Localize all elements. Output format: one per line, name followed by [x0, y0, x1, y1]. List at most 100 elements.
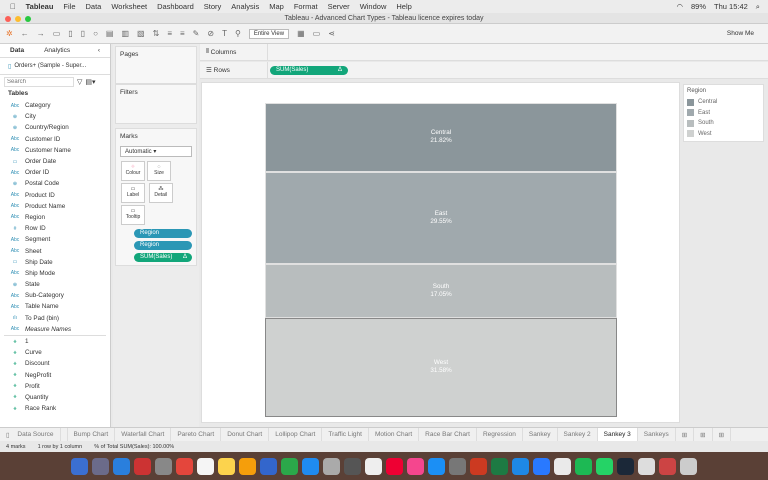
field-item[interactable]: Abc Order ID: [0, 167, 110, 178]
field-item[interactable]: ⊕ State: [0, 279, 110, 290]
sheet-tab[interactable]: Traffic Light: [322, 428, 369, 441]
datasource-item[interactable]: ▯ Orders+ (Sample - Super...: [0, 58, 110, 74]
tooltip-button[interactable]: ▭ Tooltip: [121, 205, 145, 225]
detail-button[interactable]: ⁂ Detail: [148, 183, 173, 203]
menu-data[interactable]: Data: [86, 2, 102, 11]
sheet-tab[interactable]: Sankey 3: [597, 428, 638, 441]
columns-shelf[interactable]: ⦀ Columns: [200, 44, 768, 61]
dock-app-icon[interactable]: [533, 457, 550, 475]
sheet-tab[interactable]: Sankey: [523, 428, 558, 441]
dock-app-icon[interactable]: [155, 457, 172, 475]
dock-app-icon[interactable]: [428, 457, 445, 475]
dock-app-icon[interactable]: [92, 457, 109, 475]
dock-app-icon[interactable]: [470, 457, 487, 475]
back-icon[interactable]: ←: [21, 29, 29, 38]
menu-file[interactable]: File: [63, 2, 75, 11]
dock-app-icon[interactable]: [491, 457, 508, 475]
sheet-tab[interactable]: Sankey 2: [558, 428, 598, 441]
menu-server[interactable]: Server: [328, 2, 350, 11]
dock-app-icon[interactable]: [71, 457, 88, 475]
menu-story[interactable]: Story: [204, 2, 222, 11]
sheet-tab[interactable]: Bump Chart: [68, 428, 116, 441]
menu-dashboard[interactable]: Dashboard: [157, 2, 194, 11]
menu-map[interactable]: Map: [269, 2, 284, 11]
spotlight-icon[interactable]: ⌕: [756, 2, 760, 12]
bar-segment-east[interactable]: East 29.55%: [265, 171, 617, 265]
sheet-tab[interactable]: Race Bar Chart: [419, 428, 477, 441]
rows-pill-sales[interactable]: SUM(Sales) Δ: [270, 65, 348, 75]
new-dashboard-tab-icon[interactable]: ⊞: [694, 428, 713, 441]
field-item[interactable]: ⊕ City: [0, 111, 110, 122]
sheet-tab[interactable]: Lollipop Chart: [269, 428, 323, 441]
dock-app-icon[interactable]: [197, 457, 214, 475]
mark-type-select[interactable]: Automatic ▾: [120, 146, 192, 157]
marks-pill-label-region[interactable]: Region: [134, 241, 192, 250]
menu-app[interactable]: Tableau: [26, 2, 54, 11]
dock-app-icon[interactable]: [575, 457, 592, 475]
marks-pill-label-sales[interactable]: SUM(Sales) Δ: [134, 253, 192, 262]
dock-app-icon[interactable]: [218, 457, 235, 475]
field-item[interactable]: # Row ID: [0, 223, 110, 234]
menu-worksheet[interactable]: Worksheet: [111, 2, 147, 11]
new-story-tab-icon[interactable]: ⊞: [713, 428, 732, 441]
field-item[interactable]: Abc Sheet: [0, 245, 110, 256]
dock-app-icon[interactable]: [638, 457, 655, 475]
new-worksheet-icon[interactable]: ▤: [106, 29, 114, 38]
refresh-icon[interactable]: ○: [93, 29, 98, 38]
pause-icon[interactable]: ▯: [81, 29, 85, 38]
save-icon[interactable]: ▭: [53, 29, 61, 38]
fit-select[interactable]: Entire View: [248, 28, 290, 39]
field-item[interactable]: ⧺ Race Rank: [0, 403, 110, 414]
field-item[interactable]: Abc Product ID: [0, 190, 110, 201]
view-options-icon[interactable]: ▤▾: [85, 78, 95, 86]
size-button[interactable]: ◌ Size: [147, 161, 171, 181]
dock-app-icon[interactable]: [302, 457, 319, 475]
dock-app-icon[interactable]: [323, 457, 340, 475]
colour-button[interactable]: ⁘ Colour: [121, 161, 145, 181]
sheet-tab[interactable]: Waterfall Chart: [115, 428, 172, 441]
field-item[interactable]: ⧺ 1: [0, 336, 110, 347]
field-item[interactable]: ⧺ Curve: [0, 347, 110, 358]
cards-icon[interactable]: ▦: [297, 29, 305, 38]
filters-card[interactable]: Filters: [115, 84, 197, 124]
share-icon[interactable]: ⋖: [328, 29, 335, 38]
field-item[interactable]: ⧺ Quantity: [0, 392, 110, 403]
dock-app-icon[interactable]: [617, 457, 634, 475]
bar-segment-south[interactable]: South 17.05%: [265, 264, 617, 318]
clear-icon[interactable]: ▧: [137, 29, 145, 38]
field-item[interactable]: ▭ Order Date: [0, 156, 110, 167]
presentation-icon[interactable]: ▭: [313, 29, 321, 38]
bar-segment-west[interactable]: West 31.58%: [265, 317, 617, 417]
dock-app-icon[interactable]: [176, 457, 193, 475]
legend-item[interactable]: South: [687, 118, 760, 129]
sheet-tab[interactable]: Sankeys: [638, 428, 676, 441]
duplicate-icon[interactable]: ▥: [121, 29, 129, 38]
search-input[interactable]: [4, 76, 74, 87]
sheet-tab[interactable]: Regression: [477, 428, 523, 441]
dock-app-icon[interactable]: [344, 457, 361, 475]
field-item[interactable]: Abc Sub-Category: [0, 290, 110, 301]
pages-card[interactable]: Pages: [115, 46, 197, 84]
legend-item[interactable]: West: [687, 129, 760, 140]
field-item[interactable]: ⧺ Profit: [0, 381, 110, 392]
rows-shelf[interactable]: ☰ Rows SUM(Sales) Δ: [200, 62, 768, 79]
field-item[interactable]: ⊕ Country/Region: [0, 122, 110, 133]
show-me-button[interactable]: Show Me: [727, 30, 754, 37]
dock-app-icon[interactable]: [113, 457, 130, 475]
label-button[interactable]: ▭ Label: [121, 183, 145, 203]
apple-icon[interactable]: : [10, 2, 16, 11]
field-item[interactable]: ▭ Ship Date: [0, 257, 110, 268]
dock-app-icon[interactable]: [239, 457, 256, 475]
legend-item[interactable]: East: [687, 108, 760, 119]
filter-icon[interactable]: ▽: [77, 78, 82, 86]
labels-icon[interactable]: T: [222, 29, 227, 38]
field-item[interactable]: ⧺ Discount: [0, 358, 110, 369]
field-item[interactable]: Abc Customer ID: [0, 134, 110, 145]
bar-segment-central[interactable]: Central 21.82%: [265, 103, 617, 172]
dock-app-icon[interactable]: [365, 457, 382, 475]
field-item[interactable]: Abc Ship Mode: [0, 268, 110, 279]
dock-app-icon[interactable]: [680, 457, 697, 475]
field-item[interactable]: Abc Measure Names: [0, 324, 110, 335]
menu-analysis[interactable]: Analysis: [231, 2, 259, 11]
field-item[interactable]: ılı To Pad (bin): [0, 313, 110, 324]
